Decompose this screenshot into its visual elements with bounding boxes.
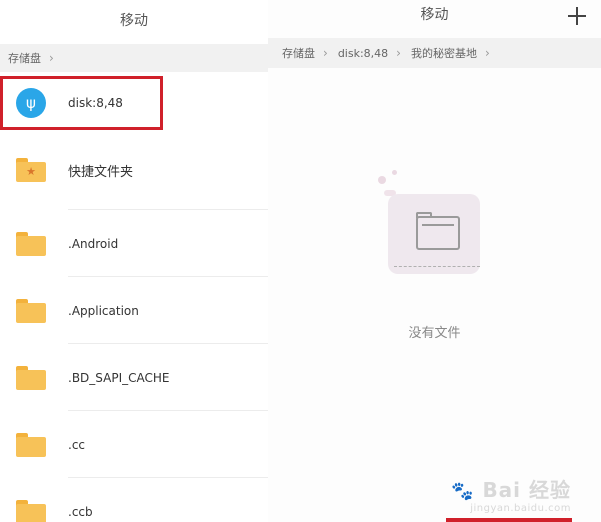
item-label: .Android [68, 236, 119, 251]
item-label: disk:8,48 [68, 96, 123, 110]
empty-state-text: 没有文件 [408, 326, 461, 341]
item-label: .ccb [68, 504, 93, 519]
item-label: .Application [68, 303, 139, 318]
list-item[interactable]: ★ 快捷文件夹 [0, 130, 268, 210]
page-title: 移动 [120, 13, 148, 29]
breadcrumb-item[interactable]: 存储盘 [282, 45, 315, 61]
folder-icon [16, 365, 46, 390]
confirm-button[interactable] [446, 518, 572, 522]
breadcrumb-item[interactable]: 存储盘 [8, 50, 41, 66]
page-title: 移动 [420, 7, 449, 23]
chevron-right-icon: › [49, 51, 54, 65]
list-item[interactable]: .Android [0, 210, 268, 277]
folder-icon [16, 432, 46, 457]
list-item[interactable]: ψ disk:8,48 [0, 76, 268, 130]
list-item[interactable]: .ccb [0, 478, 268, 522]
breadcrumb: 存储盘 › [0, 44, 268, 72]
file-list: ψ disk:8,48 ★ 快捷文件夹 .Android .Applicatio… [0, 76, 268, 522]
chevron-right-icon: › [323, 46, 328, 60]
folder-icon [16, 298, 46, 323]
chevron-right-icon: › [484, 46, 490, 60]
empty-state-illustration [268, 170, 601, 290]
chevron-right-icon: › [396, 46, 401, 60]
plus-icon[interactable] [567, 6, 587, 26]
list-item[interactable]: .cc [0, 411, 268, 478]
folder-icon [16, 499, 46, 522]
left-panel: 移动 存储盘 › ψ disk:8,48 ★ 快捷文件夹 .Android .A… [0, 0, 268, 522]
breadcrumb: 存储盘 › disk:8,48 › 我的秘密基地 › [268, 38, 601, 68]
list-item[interactable]: .Application [0, 277, 268, 344]
star-folder-icon: ★ [16, 158, 46, 182]
breadcrumb-item[interactable]: 我的秘密基地 [411, 45, 477, 61]
empty-folder-icon [416, 212, 460, 250]
item-label: 快捷文件夹 [68, 164, 134, 180]
item-label: .BD_SAPI_CACHE [68, 370, 170, 385]
item-label: .cc [68, 437, 86, 452]
breadcrumb-item[interactable]: disk:8,48 [338, 47, 388, 60]
list-item[interactable]: .BD_SAPI_CACHE [0, 344, 268, 411]
folder-icon [16, 231, 46, 256]
right-panel: 移动 存储盘 › disk:8,48 › 我的秘密基地 › 没有文件 [268, 0, 601, 522]
usb-drive-icon: ψ [16, 88, 46, 118]
